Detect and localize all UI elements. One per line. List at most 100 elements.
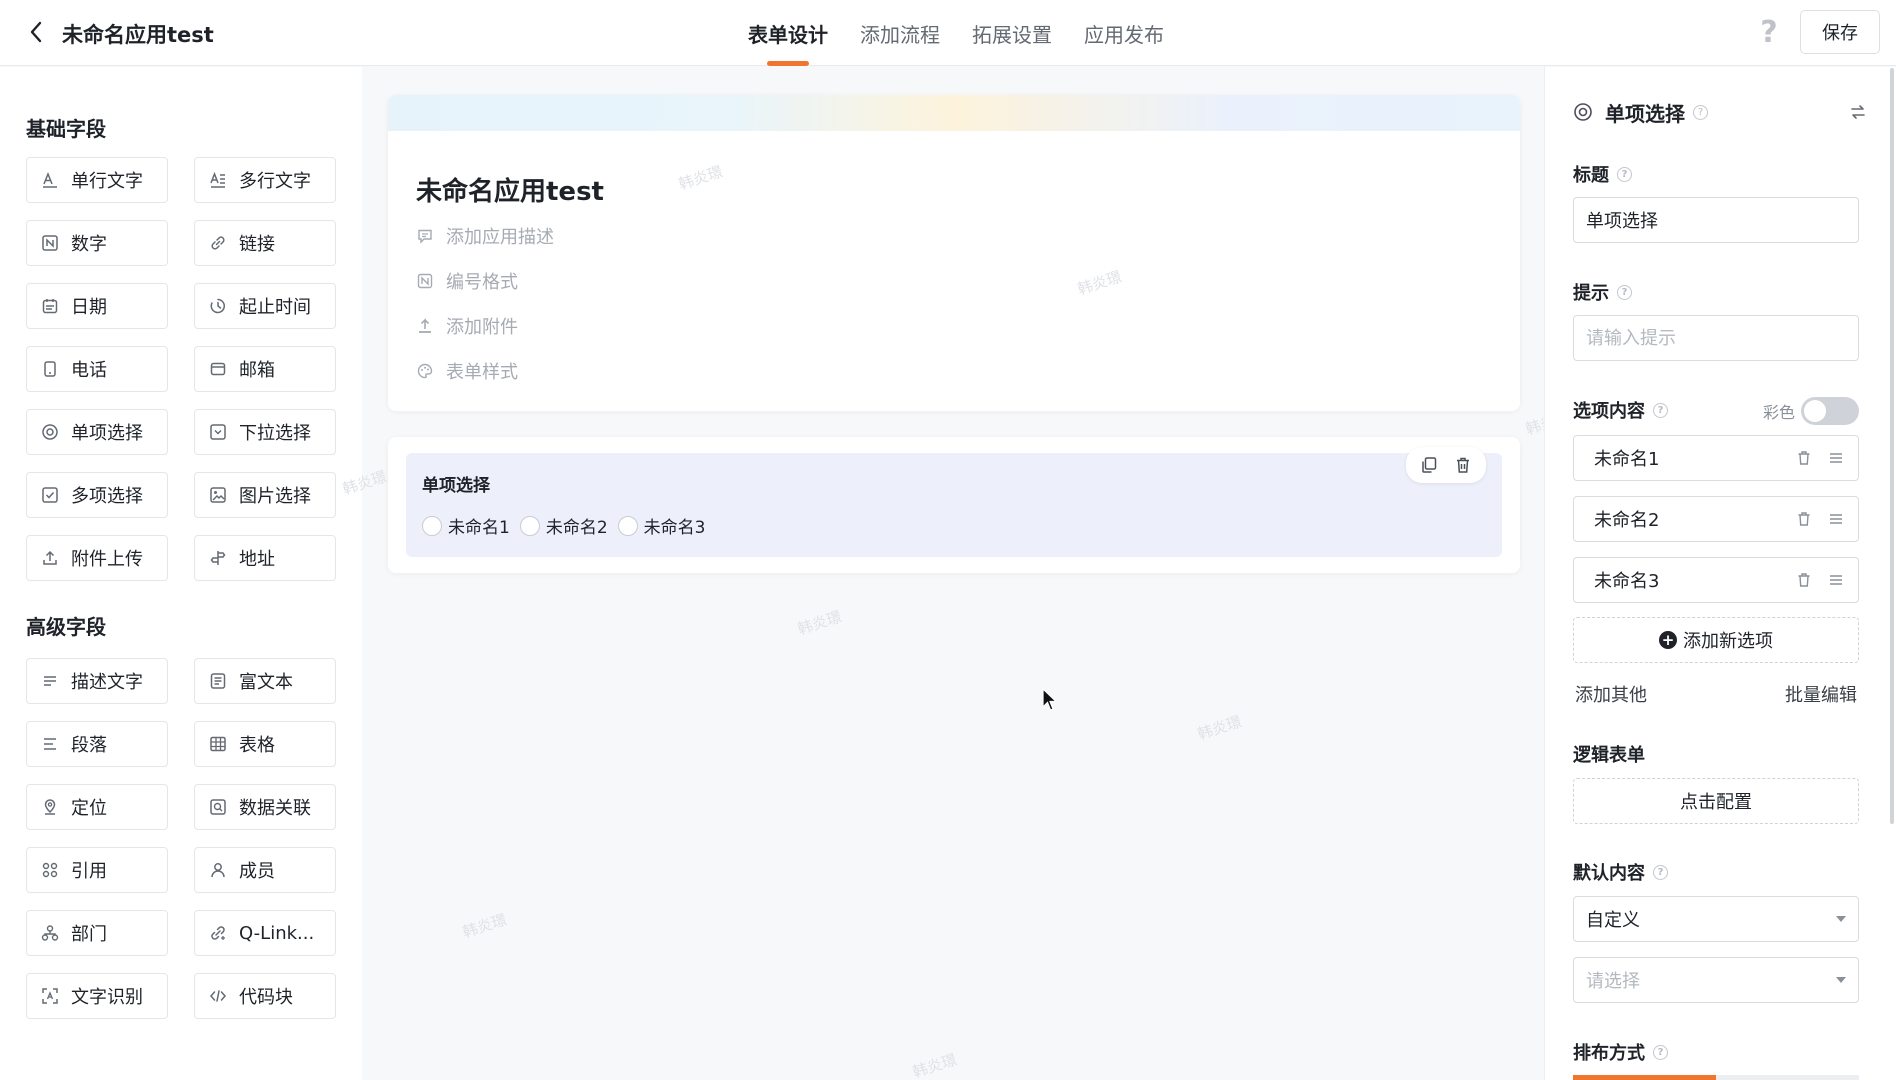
ocr-icon <box>41 987 59 1005</box>
field-single-choice[interactable]: 单项选择 <box>26 409 168 455</box>
field-multi-choice[interactable]: 多项选择 <box>26 472 168 518</box>
single-line-text-icon <box>41 171 59 189</box>
member-icon <box>209 861 227 879</box>
checkbox-icon <box>41 486 59 504</box>
number-format-icon <box>416 272 434 290</box>
title-input[interactable] <box>1573 197 1859 243</box>
add-option-button[interactable]: + 添加新选项 <box>1573 617 1859 663</box>
layout-option-strip[interactable] <box>1573 1075 1859 1080</box>
hint-label: 提示? <box>1573 279 1632 305</box>
add-attachment-link[interactable]: 添加附件 <box>416 313 518 339</box>
number-icon <box>41 234 59 252</box>
field-attachment-upload[interactable]: 附件上传 <box>26 535 168 581</box>
field-paragraph[interactable]: 段落 <box>26 721 168 767</box>
radio-option-3[interactable]: 未命名3 <box>617 513 705 538</box>
field-reference[interactable]: 引用 <box>26 847 168 893</box>
color-toggle-group: 彩色 <box>1763 397 1860 425</box>
field-multi-line-text[interactable]: 多行文字 <box>194 157 336 203</box>
question-circle-icon[interactable]: ? <box>1617 166 1632 182</box>
tab-app-publish[interactable]: 应用发布 <box>1068 0 1180 66</box>
form-header-card: 未命名应用test 添加应用描述 编号格式 添加附件 表单样式 <box>388 95 1520 411</box>
help-icon[interactable]: ? <box>1754 16 1784 50</box>
watermark: 韩炎璟 <box>460 910 509 942</box>
form-canvas: 未命名应用test 添加应用描述 编号格式 添加附件 表单样式 单项选择 未命名… <box>340 67 1572 1080</box>
hint-input[interactable] <box>1573 315 1859 361</box>
field-data-association[interactable]: 数据关联 <box>194 784 336 830</box>
delete-option-button[interactable] <box>1788 442 1820 474</box>
number-format-link[interactable]: 编号格式 <box>416 268 518 294</box>
delete-field-button[interactable] <box>1446 450 1480 480</box>
color-toggle[interactable] <box>1801 397 1860 425</box>
field-location[interactable]: 定位 <box>26 784 168 830</box>
radio-option-1[interactable]: 未命名1 <box>422 513 510 538</box>
clock-icon <box>209 297 227 315</box>
field-email[interactable]: 邮箱 <box>194 346 336 392</box>
location-icon <box>41 798 59 816</box>
tab-form-design[interactable]: 表单设计 <box>732 0 844 66</box>
advanced-fields-grid: 描述文字 富文本 段落 表格 定位 数据关联 引用 成员 部门 Q-Link..… <box>26 658 336 1019</box>
field-rich-text[interactable]: 富文本 <box>194 658 336 704</box>
field-description-text[interactable]: 描述文字 <box>26 658 168 704</box>
default-value-select[interactable]: 请选择 <box>1573 957 1859 1003</box>
field-time-range[interactable]: 起止时间 <box>194 283 336 329</box>
properties-header: 单项选择 ? <box>1573 97 1873 127</box>
tab-add-flow[interactable]: 添加流程 <box>844 0 956 66</box>
delete-option-button[interactable] <box>1788 564 1820 596</box>
copy-field-button[interactable] <box>1412 450 1446 480</box>
caret-down-icon <box>1836 977 1846 983</box>
option-value[interactable]: 未命名2 <box>1574 506 1788 532</box>
single-choice-field[interactable]: 单项选择 未命名1 未命名2 未命名3 <box>406 447 1502 557</box>
radio-circle <box>617 515 638 536</box>
back-button[interactable] <box>22 18 50 46</box>
qlink-icon <box>209 924 227 942</box>
logic-form-label: 逻辑表单 <box>1573 745 1645 766</box>
paragraph-icon <box>41 735 59 753</box>
drag-handle-icon <box>1830 514 1842 524</box>
form-title[interactable]: 未命名应用test <box>416 171 604 208</box>
question-circle-icon[interactable]: ? <box>1617 284 1632 300</box>
tab-extended-settings[interactable]: 拓展设置 <box>956 0 1068 66</box>
form-style-link[interactable]: 表单样式 <box>416 358 518 384</box>
field-address[interactable]: 地址 <box>194 535 336 581</box>
table-icon <box>209 735 227 753</box>
option-value[interactable]: 未命名3 <box>1574 567 1788 593</box>
question-circle-icon[interactable]: ? <box>1693 104 1708 120</box>
multi-line-text-icon <box>209 171 227 189</box>
department-icon <box>41 924 59 942</box>
field-image-choice[interactable]: 图片选择 <box>194 472 336 518</box>
batch-edit-link[interactable]: 批量编辑 <box>1785 681 1857 707</box>
field-dropdown[interactable]: 下拉选择 <box>194 409 336 455</box>
delete-option-button[interactable] <box>1788 503 1820 535</box>
add-description-link[interactable]: 添加应用描述 <box>416 223 554 249</box>
properties-panel: 单项选择 ? 标题? 提示? 选项内容? 彩色 未命名1 未命名2 未命名3 +… <box>1544 67 1896 1080</box>
default-mode-select[interactable]: 自定义 <box>1573 896 1859 942</box>
drag-handle[interactable] <box>1820 442 1852 474</box>
field-code-block[interactable]: 代码块 <box>194 973 336 1019</box>
add-other-link[interactable]: 添加其他 <box>1575 681 1647 707</box>
field-link[interactable]: 链接 <box>194 220 336 266</box>
main-tabs: 表单设计 添加流程 拓展设置 应用发布 <box>732 0 1180 66</box>
drag-handle[interactable] <box>1820 503 1852 535</box>
field-text-recognition[interactable]: 文字识别 <box>26 973 168 1019</box>
question-circle-icon[interactable]: ? <box>1653 1044 1668 1060</box>
title-label: 标题? <box>1573 161 1632 187</box>
radio-option-2[interactable]: 未命名2 <box>519 513 608 538</box>
question-circle-icon[interactable]: ? <box>1653 402 1668 418</box>
field-number[interactable]: 数字 <box>26 220 168 266</box>
switch-field-type-button[interactable] <box>1845 99 1871 125</box>
save-button[interactable]: 保存 <box>1800 10 1880 54</box>
field-department[interactable]: 部门 <box>26 910 168 956</box>
field-member[interactable]: 成员 <box>194 847 336 893</box>
logic-config-button[interactable]: 点击配置 <box>1573 778 1859 824</box>
panel-scrollbar[interactable] <box>1890 68 1894 824</box>
option-value[interactable]: 未命名1 <box>1574 445 1788 471</box>
code-icon <box>209 987 227 1005</box>
dropdown-icon <box>209 423 227 441</box>
field-phone[interactable]: 电话 <box>26 346 168 392</box>
field-table[interactable]: 表格 <box>194 721 336 767</box>
field-single-line-text[interactable]: 单行文字 <box>26 157 168 203</box>
drag-handle[interactable] <box>1820 564 1852 596</box>
field-date[interactable]: 日期 <box>26 283 168 329</box>
question-circle-icon[interactable]: ? <box>1653 864 1668 880</box>
field-q-link[interactable]: Q-Link... <box>194 910 336 956</box>
